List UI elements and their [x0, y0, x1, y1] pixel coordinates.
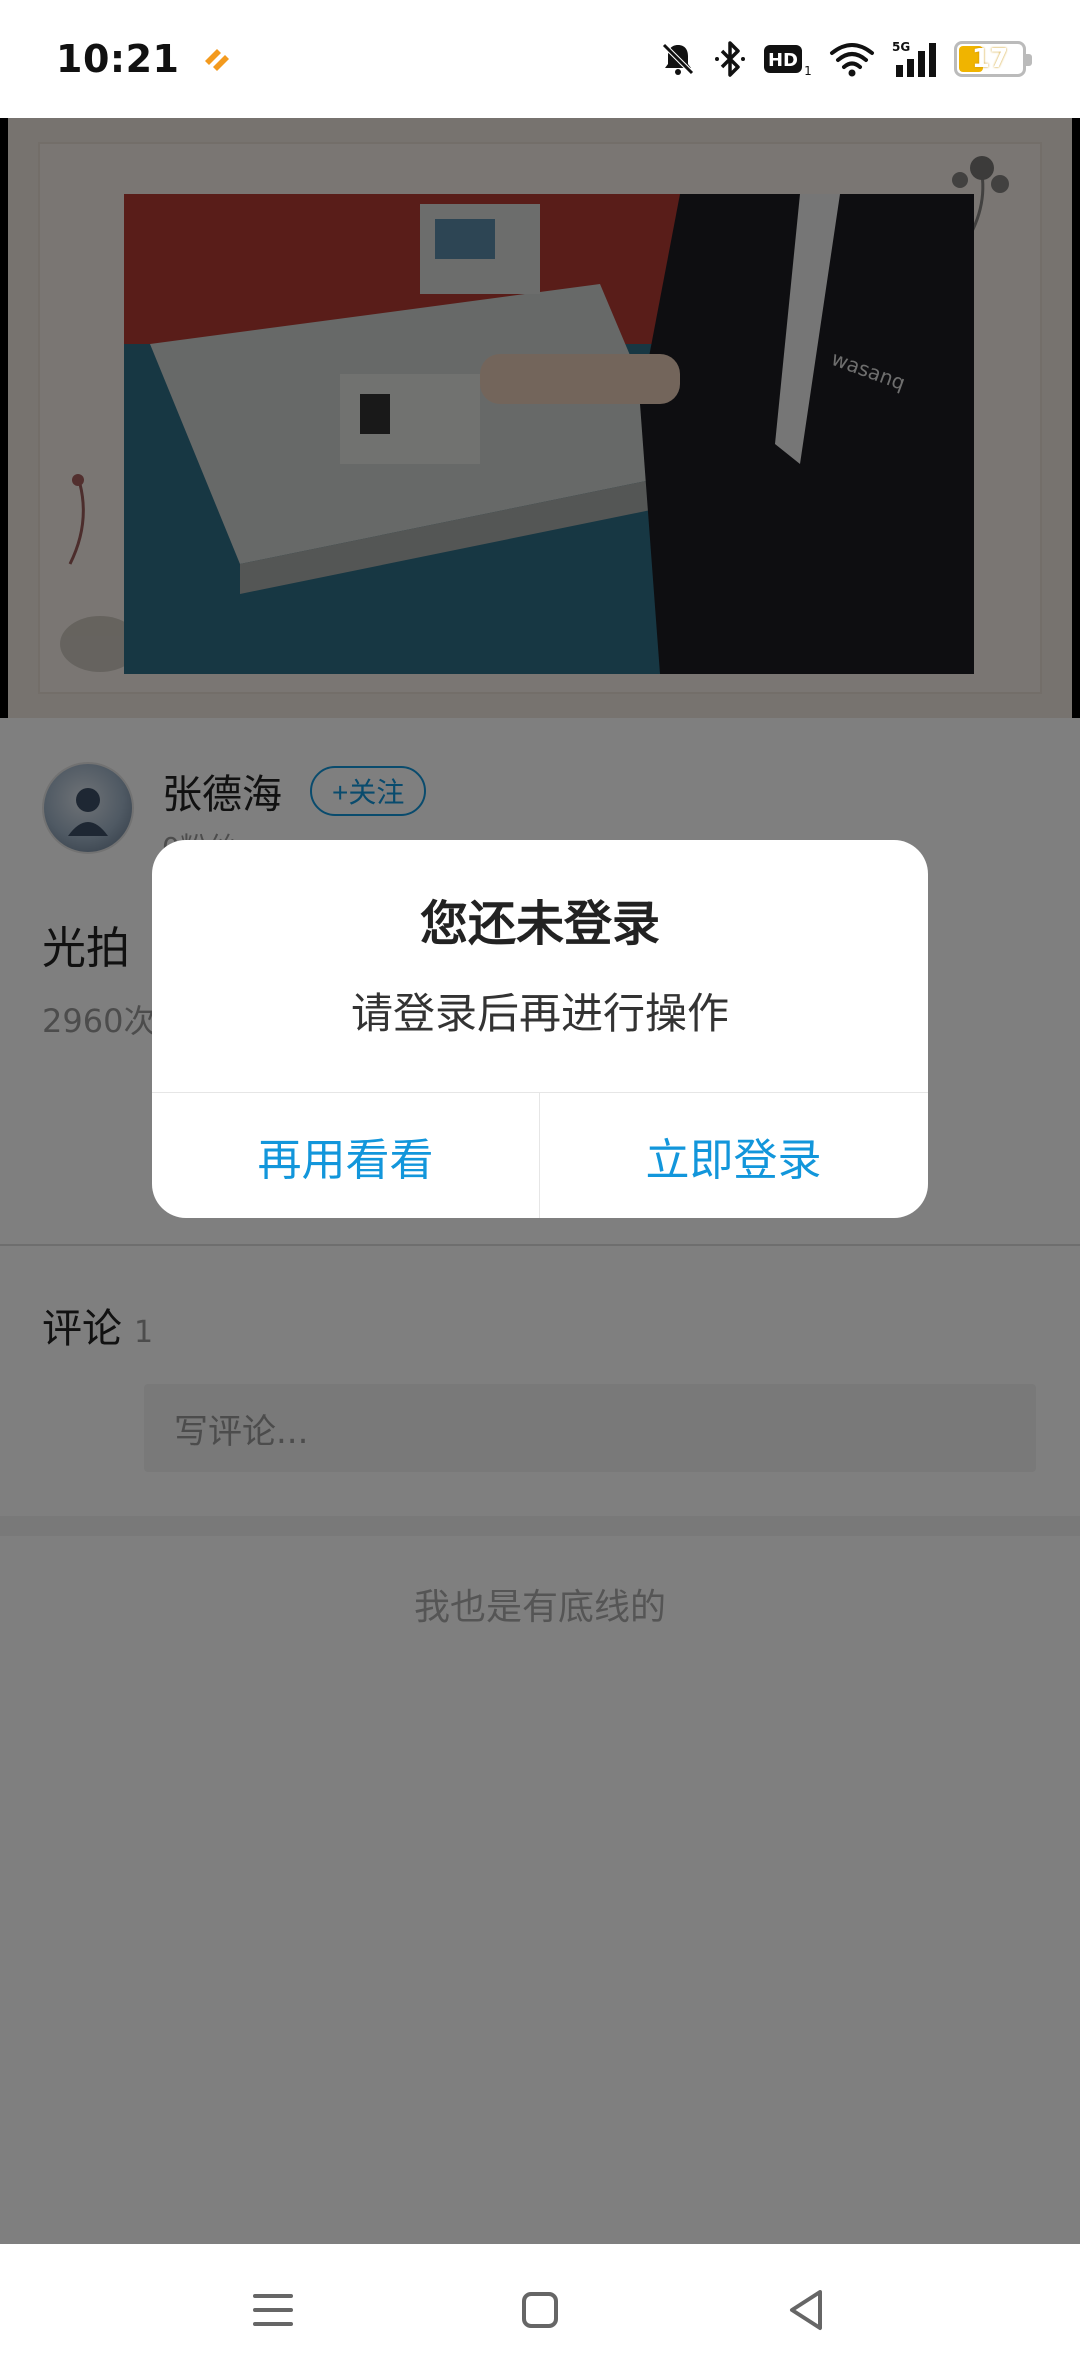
nav-home-button[interactable]	[492, 2262, 588, 2358]
nav-back-button[interactable]	[759, 2262, 855, 2358]
battery-level: 17	[971, 44, 1009, 74]
signal-icon: 5G	[892, 40, 936, 77]
login-dialog: 您还未登录 请登录后再进行操作 再用看看 立即登录	[152, 840, 928, 1218]
dialog-login-button[interactable]: 立即登录	[540, 1093, 927, 1218]
hd-icon: HD 1	[764, 45, 812, 78]
home-square-icon	[521, 2292, 558, 2328]
battery-icon: 17	[954, 41, 1032, 77]
status-bar: 10:21 HD 1 5G 17	[0, 0, 1080, 118]
system-nav-bar	[0, 2244, 1080, 2376]
menu-icon	[253, 2294, 294, 2326]
back-triangle-icon	[789, 2290, 822, 2330]
dialog-title: 您还未登录	[419, 896, 660, 952]
app-heart-icon	[205, 49, 230, 71]
wifi-icon	[830, 43, 874, 77]
svg-text:5G: 5G	[892, 40, 910, 54]
dialog-message: 请登录后再进行操作	[350, 989, 729, 1038]
nav-menu-button[interactable]	[225, 2262, 321, 2358]
svg-text:HD: HD	[768, 50, 798, 71]
dialog-cancel-button[interactable]: 再用看看	[152, 1093, 539, 1218]
status-icons: HD 1 5G 17	[658, 39, 1032, 79]
status-time: 10:21	[56, 37, 180, 81]
battery-tip	[1026, 54, 1032, 66]
svg-text:1: 1	[804, 64, 812, 78]
bluetooth-icon	[715, 41, 745, 77]
mute-bell-icon	[662, 43, 694, 75]
